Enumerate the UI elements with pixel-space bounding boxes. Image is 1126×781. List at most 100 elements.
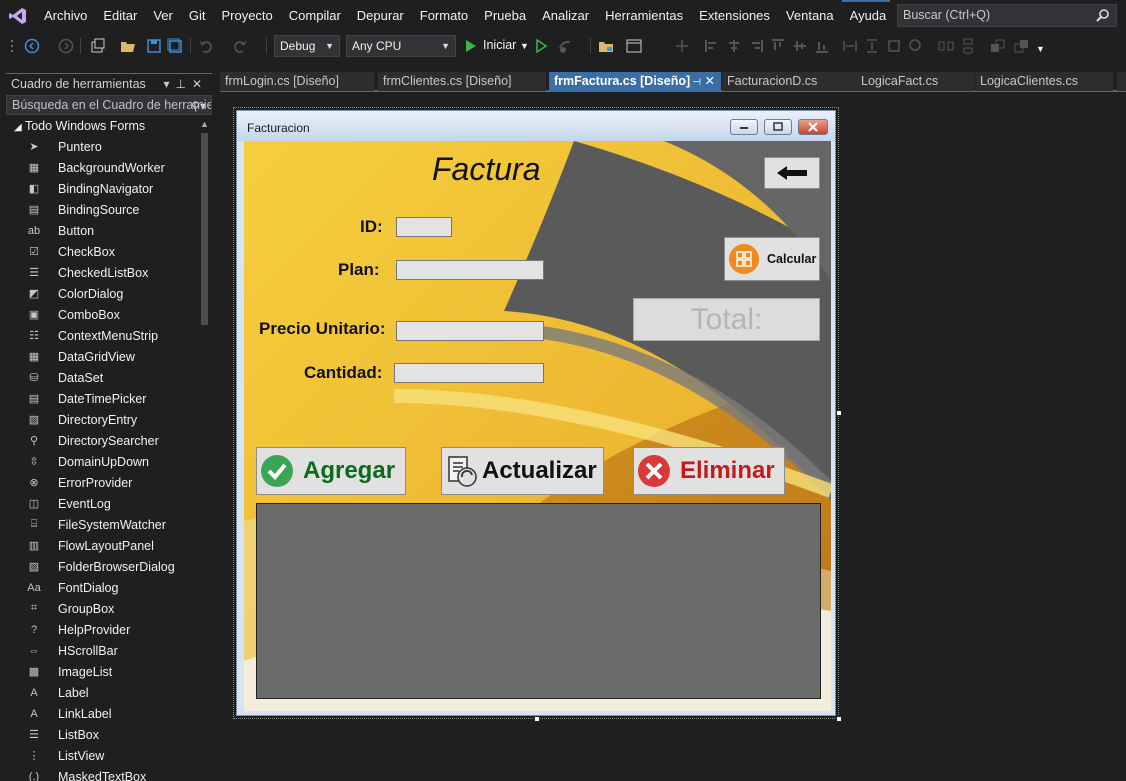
start-without-debug-icon[interactable] [534,38,550,54]
forward-icon[interactable] [58,38,74,54]
open-folder-icon[interactable] [120,38,136,54]
toolbox-scrollbar[interactable]: ▲ [198,119,210,781]
pin-icon[interactable]: ⊣ [692,77,701,88]
toolbox-item-helpprovider[interactable]: ? HelpProvider [0,619,198,640]
toolbox-item-directoryentry[interactable]: ▧ DirectoryEntry [0,409,198,430]
visual-studio-logo-icon[interactable] [0,0,36,31]
precio-unitario-textbox[interactable] [396,321,544,341]
toolbox-item-puntero[interactable]: ➤ Puntero [0,136,198,157]
actualizar-button[interactable]: Actualizar [441,447,604,495]
tab-facturaciond[interactable]: FacturacionD.cs [722,72,858,91]
toolbox-item-label: DirectoryEntry [58,412,138,427]
tab-logicafact[interactable]: LogicaFact.cs [856,72,974,91]
toolbox-item-maskedtextbox[interactable]: (.) MaskedTextBox [0,766,198,781]
menu-analizar[interactable]: Analizar [534,0,597,31]
eliminar-button[interactable]: Eliminar [633,447,785,495]
window-layout-icon[interactable] [626,38,642,54]
toolbox-item-fontdialog[interactable]: Aa FontDialog [0,577,198,598]
menu-depurar[interactable]: Depurar [349,0,412,31]
factura-datagridview[interactable] [256,503,821,699]
menu-archivo[interactable]: Archivo [36,0,95,31]
id-textbox[interactable] [396,217,452,237]
toolbox-item-flowlayoutpanel[interactable]: ▥ FlowLayoutPanel [0,535,198,556]
menu-prueba[interactable]: Prueba [476,0,534,31]
menu-ventana[interactable]: Ventana [778,0,842,31]
toolbox-item-checkedlistbox[interactable]: ☰ CheckedListBox [0,262,198,283]
menu-extensiones[interactable]: Extensiones [691,0,778,31]
close-icon[interactable]: ✕ [705,74,715,88]
toolbox-item-datagridview[interactable]: ▦ DataGridView [0,346,198,367]
toolbox-item-checkbox[interactable]: ☑ CheckBox [0,241,198,262]
start-play-icon[interactable] [464,38,480,54]
chevron-down-icon[interactable]: ▾ [163,77,175,91]
undo-icon[interactable] [198,38,214,54]
new-project-icon[interactable] [90,38,106,54]
toolbox-item-imagelist[interactable]: ▩ ImageList [0,661,198,682]
resize-handle-corner[interactable] [836,716,842,722]
toolbox-item-colordialog[interactable]: ◩ ColorDialog [0,283,198,304]
pin-icon[interactable]: ⊥ [175,77,191,91]
toolbox-search-input[interactable]: Búsqueda en el Cuadro de herramientas ⚲▾ [6,95,212,115]
toolbar-overflow-icon[interactable]: ▼ [1036,44,1045,54]
save-all-icon[interactable] [167,38,183,54]
scroll-thumb[interactable] [201,133,208,325]
toolbox-item-groupbox[interactable]: ⌗ GroupBox [0,598,198,619]
menu-editar[interactable]: Editar [95,0,145,31]
tab-frmfactura[interactable]: frmFactura.cs [Diseño] ⊣ ✕ [549,72,721,92]
close-window-button[interactable] [798,119,828,135]
menu-ver[interactable]: Ver [145,0,181,31]
start-button-label[interactable]: Iniciar [483,38,516,52]
resize-handle-right[interactable] [836,410,842,416]
back-button[interactable] [764,157,820,189]
redo-icon[interactable] [232,38,248,54]
toolbox-item-errorprovider[interactable]: ⊗ ErrorProvider [0,472,198,493]
solution-explorer-icon[interactable] [598,38,614,54]
tab-logicaclientes[interactable]: LogicaClientes.cs [975,72,1113,91]
close-icon[interactable]: ✕ [192,77,208,91]
back-icon[interactable] [24,38,40,54]
toolbox-item-contextmenustrip[interactable]: ☷ ContextMenuStrip [0,325,198,346]
toolbox-item-hscrollbar[interactable]: ⇔ HScrollBar [0,640,198,661]
configuration-select[interactable]: Debug ▼ [274,35,340,57]
menu-proyecto[interactable]: Proyecto [213,0,280,31]
resize-handle-bottom[interactable] [534,716,540,722]
maximize-button[interactable] [764,119,792,135]
calcular-button[interactable]: Calcular [724,237,820,281]
toolbox-item-linklabel[interactable]: A LinkLabel [0,703,198,724]
toolbox-item-listview[interactable]: ⋮ ListView [0,745,198,766]
tab-frmclientes[interactable]: frmClientes.cs [Diseño] [378,72,546,91]
toolbox-item-label[interactable]: A Label [0,682,198,703]
toolbox-item-backgroundworker[interactable]: ▦ BackgroundWorker [0,157,198,178]
platform-select[interactable]: Any CPU ▼ [346,35,456,57]
scroll-up-icon[interactable]: ▲ [200,119,209,129]
toolbox-item-filesystemwatcher[interactable]: ⌸ FileSystemWatcher [0,514,198,535]
toolbox-item-datetimepicker[interactable]: ▤ DateTimePicker [0,388,198,409]
toolbox-item-bindingnavigator[interactable]: ◧ BindingNavigator [0,178,198,199]
menu-git[interactable]: Git [181,0,214,31]
toolbox-group-header[interactable]: ◢ Todo Windows Forms [14,119,145,133]
tab-overflow[interactable] [1117,72,1126,91]
toolbox-item-button[interactable]: ab Button [0,220,198,241]
toolbox-item-combobox[interactable]: ▣ ComboBox [0,304,198,325]
search-input[interactable]: Buscar (Ctrl+Q) [897,4,1117,27]
panel-splitter[interactable] [213,71,220,781]
cantidad-textbox[interactable] [394,363,544,383]
toolbox-item-eventlog[interactable]: ◫ EventLog [0,493,198,514]
menu-ayuda[interactable]: Ayuda [842,0,895,31]
toolbox-item-domainupdown[interactable]: ⇳ DomainUpDown [0,451,198,472]
toolbox-item-directorysearcher[interactable]: ⚲ DirectorySearcher [0,430,198,451]
save-icon[interactable] [146,38,162,54]
minimize-button[interactable] [730,119,758,135]
menu-formato[interactable]: Formato [412,0,476,31]
toolbox-item-bindingsource[interactable]: ▤ BindingSource [0,199,198,220]
plan-textbox[interactable] [396,260,544,280]
agregar-button[interactable]: Agregar [256,447,406,495]
hot-reload-icon[interactable] [557,38,573,54]
tab-frmlogin[interactable]: frmLogin.cs [Diseño] [220,72,374,91]
toolbox-item-dataset[interactable]: ⛁ DataSet [0,367,198,388]
menu-compilar[interactable]: Compilar [281,0,349,31]
chevron-down-icon[interactable]: ▼ [520,41,529,51]
toolbox-item-folderbrowserdialog[interactable]: ▨ FolderBrowserDialog [0,556,198,577]
toolbox-item-listbox[interactable]: ☰ ListBox [0,724,198,745]
menu-herramientas[interactable]: Herramientas [597,0,691,31]
